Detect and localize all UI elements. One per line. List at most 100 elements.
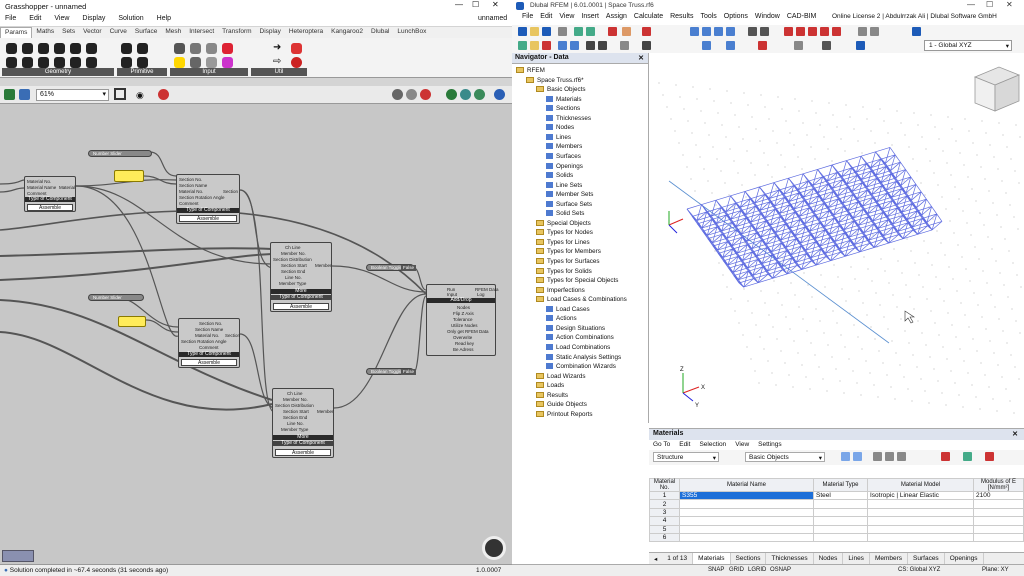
cell-no[interactable]: 4 xyxy=(649,516,680,526)
tree-item[interactable]: Line Sets xyxy=(546,181,582,190)
tree-item[interactable]: Loads xyxy=(536,381,564,390)
cell-type[interactable] xyxy=(813,516,868,526)
relay-icon[interactable]: ⇨ xyxy=(273,57,284,68)
redo-icon[interactable] xyxy=(586,27,595,36)
yellow-panel[interactable] xyxy=(114,170,144,182)
cell-model[interactable] xyxy=(867,524,974,534)
member-icon[interactable] xyxy=(808,27,817,36)
cell-e[interactable] xyxy=(973,524,1024,534)
cell-no[interactable]: 6 xyxy=(649,532,680,543)
plane-param-icon[interactable] xyxy=(54,57,65,68)
load-icon[interactable] xyxy=(758,41,767,50)
cell-no[interactable]: 3 xyxy=(649,507,680,518)
tab-surfaces[interactable]: Surfaces xyxy=(908,553,945,564)
tab-lines[interactable]: Lines xyxy=(843,553,870,564)
menu-view[interactable]: View xyxy=(559,13,574,23)
tree-item[interactable]: Printout Reports xyxy=(536,410,593,419)
structure-dropdown[interactable]: Structure ▾ xyxy=(653,452,719,462)
tree-item[interactable]: Nodes xyxy=(546,123,574,132)
cell-e[interactable] xyxy=(973,499,1024,509)
coordinate-system-combo[interactable]: 1 - Global XYZ ▾ xyxy=(924,40,1012,51)
dimension-icon[interactable] xyxy=(642,41,651,50)
member-component[interactable]: Ch Line Member No. Section Distribution … xyxy=(272,388,334,458)
table-row[interactable]: 4 xyxy=(649,516,1024,526)
gh-canvas[interactable]: Number Slider Material No. Material Name… xyxy=(0,104,512,564)
export-icon[interactable] xyxy=(885,452,894,461)
status-grid[interactable]: GRID xyxy=(729,567,744,573)
cell-model[interactable] xyxy=(867,499,974,509)
section-component[interactable]: Section No. Section Name Material No. Se… xyxy=(178,318,240,368)
tree-item[interactable]: Static Analysis Settings xyxy=(546,353,621,362)
tree-item[interactable]: Load Cases & Combinations xyxy=(536,295,627,304)
tree-item[interactable]: Members xyxy=(546,142,582,151)
menu-solution[interactable]: Solution xyxy=(118,15,143,24)
color-picker-icon[interactable] xyxy=(206,43,217,54)
menu-view[interactable]: View xyxy=(735,441,749,449)
canvas-minimap[interactable] xyxy=(2,550,34,562)
maximize-icon[interactable]: ☐ xyxy=(472,0,479,9)
maximize-icon[interactable]: ☐ xyxy=(986,0,993,9)
filter-icon[interactable] xyxy=(841,452,850,461)
cell-type[interactable] xyxy=(813,524,868,534)
minimize-icon[interactable]: — xyxy=(967,0,975,9)
vector-param-icon[interactable] xyxy=(22,43,33,54)
cell-e[interactable] xyxy=(973,507,1024,518)
number-slider-icon[interactable] xyxy=(190,57,201,68)
print-icon[interactable] xyxy=(558,27,567,36)
sketch-icon[interactable] xyxy=(158,89,169,100)
tree-item[interactable]: Load Cases xyxy=(546,305,590,314)
menu-tools[interactable]: Tools xyxy=(700,13,716,23)
undo-icon[interactable] xyxy=(574,27,583,36)
tree-item[interactable]: Combination Wizards xyxy=(546,362,616,371)
number-slider[interactable]: Number Slider xyxy=(88,150,152,157)
tab-heteroptera[interactable]: Heteroptera xyxy=(285,27,327,38)
divide-icon[interactable] xyxy=(586,41,595,50)
pager-prev-icon[interactable]: ◂ xyxy=(649,553,662,564)
status-snap[interactable]: SNAP xyxy=(708,567,724,573)
menu-window[interactable]: Window xyxy=(755,13,780,23)
hinge-icon[interactable] xyxy=(832,27,841,36)
tree-item[interactable]: Materials xyxy=(546,95,582,104)
menu-edit[interactable]: Edit xyxy=(540,13,552,23)
open-icon[interactable] xyxy=(19,89,30,100)
tab-curve[interactable]: Curve xyxy=(106,27,131,38)
cell-name[interactable] xyxy=(679,516,814,526)
menu-cad-bim[interactable]: CAD-BIM xyxy=(787,13,817,23)
value-list-icon[interactable] xyxy=(206,57,217,68)
cell-type[interactable]: Steel xyxy=(813,490,868,501)
info-icon[interactable] xyxy=(912,27,921,36)
tab-kangaroo2[interactable]: Kangaroo2 xyxy=(327,27,367,38)
fitness-icon[interactable] xyxy=(291,57,302,68)
section-view-icon[interactable] xyxy=(702,41,711,50)
mesh-param-icon[interactable] xyxy=(22,57,33,68)
boolean-toggle-icon[interactable] xyxy=(174,57,185,68)
import-icon[interactable] xyxy=(897,452,906,461)
tab-lunchbox[interactable]: LunchBox xyxy=(393,27,430,38)
results-icon[interactable] xyxy=(622,27,631,36)
tree-item[interactable]: Basic Objects xyxy=(536,85,586,94)
cell-no[interactable]: 5 xyxy=(649,524,680,534)
tab-members[interactable]: Members xyxy=(870,553,909,564)
tab-openings[interactable]: Openings xyxy=(945,553,984,564)
select-icon[interactable] xyxy=(518,41,527,50)
cell-e[interactable] xyxy=(973,516,1024,526)
rotate-icon[interactable] xyxy=(542,41,551,50)
view-front-icon[interactable] xyxy=(690,27,699,36)
panel-icon[interactable] xyxy=(174,43,185,54)
cell-no[interactable]: 1 xyxy=(649,490,680,501)
new-icon[interactable] xyxy=(518,27,527,36)
tab-transform[interactable]: Transform xyxy=(218,27,255,38)
network-icon[interactable] xyxy=(474,89,485,100)
arrow-right-icon[interactable]: ➜ xyxy=(273,43,284,54)
yellow-panel[interactable] xyxy=(118,316,146,327)
menu-help[interactable]: Help xyxy=(157,15,171,24)
cell-model[interactable] xyxy=(867,532,974,543)
tree-item[interactable]: Sections xyxy=(546,104,580,113)
tab-maths[interactable]: Maths xyxy=(32,27,58,38)
section-component[interactable]: Section No. Section Name Material No. Se… xyxy=(176,174,240,224)
cell-type[interactable] xyxy=(813,507,868,518)
tab-sets[interactable]: Sets xyxy=(58,27,79,38)
menu-assign[interactable]: Assign xyxy=(606,13,627,23)
point-param-icon[interactable] xyxy=(6,43,17,54)
view-top-icon[interactable] xyxy=(714,27,723,36)
